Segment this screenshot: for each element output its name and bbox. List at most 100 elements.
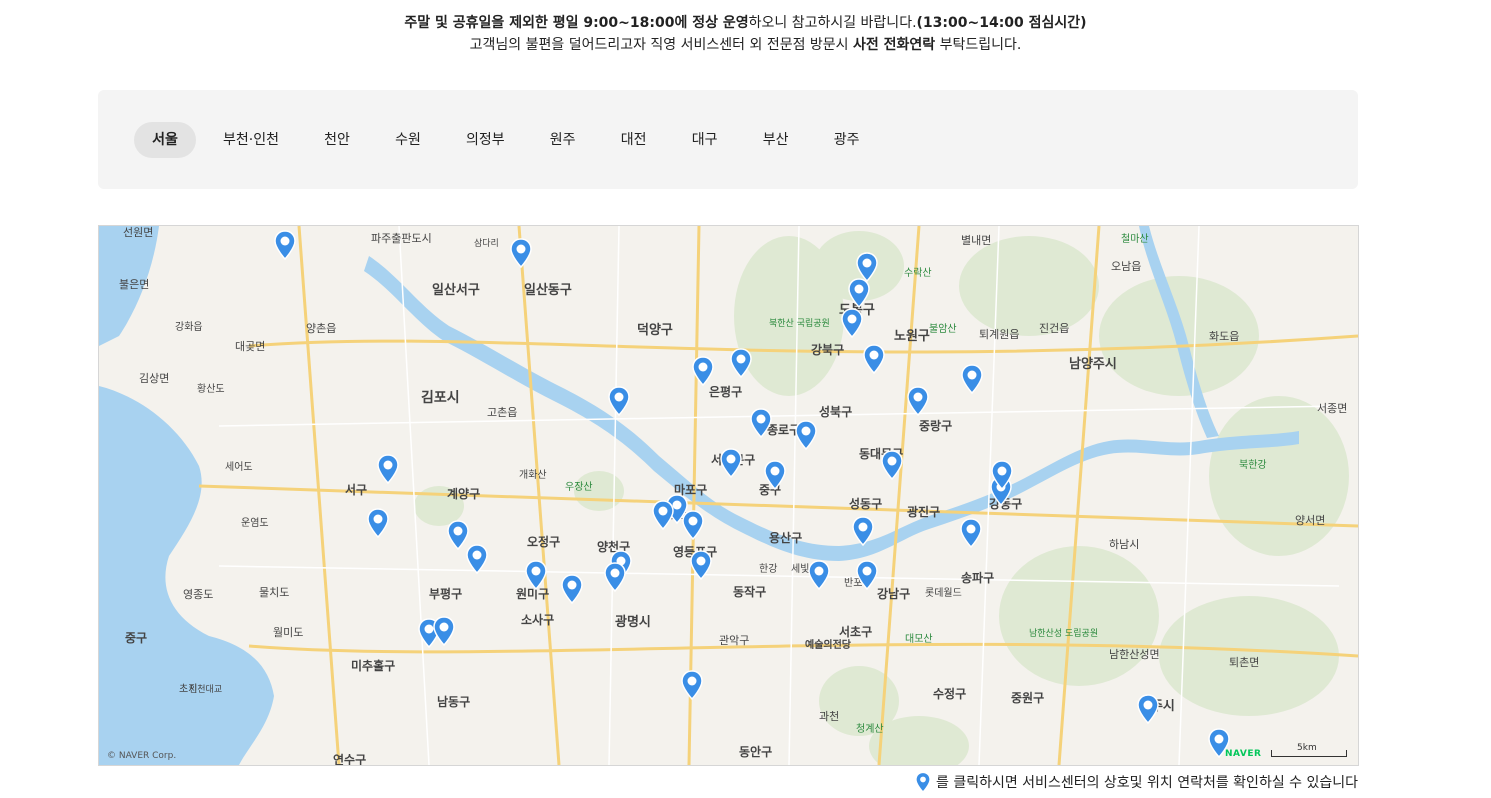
- map-canvas: 선원면 파주출판도시 삼다리 별내면 철마산 불은면 일산서구 일산동구 도봉구…: [99, 226, 1358, 765]
- marker-28[interactable]: [561, 574, 583, 604]
- marker-19[interactable]: [367, 508, 389, 538]
- label-incheon-bridge: 인천대교: [189, 684, 222, 695]
- label-samdari: 삼다리: [474, 238, 499, 249]
- marker-35[interactable]: [991, 460, 1013, 490]
- tab-busan[interactable]: 부산: [745, 122, 807, 158]
- label-bukhangang: 북한강: [1239, 459, 1267, 471]
- label-gwangjin: 광진구: [907, 504, 940, 519]
- map-pin-icon: [730, 348, 752, 378]
- marker-10[interactable]: [795, 420, 817, 450]
- marker-26[interactable]: [604, 562, 626, 592]
- label-yongsan: 용산구: [769, 530, 802, 545]
- label-deogyang: 덕양구: [637, 322, 673, 338]
- label-yeonsu: 연수구: [333, 752, 366, 765]
- label-daemosan: 대모산: [905, 633, 933, 645]
- label-gwacheon: 과천: [819, 709, 839, 723]
- notice-call-ahead: 사전 전화연락: [853, 37, 936, 53]
- label-eunpyeong: 은평구: [709, 385, 742, 399]
- tab-daegu[interactable]: 대구: [674, 122, 736, 158]
- label-byeolnae: 별내면: [961, 234, 991, 247]
- label-hwangsando: 황산도: [197, 383, 225, 395]
- marker-37[interactable]: [848, 278, 870, 308]
- marker-11[interactable]: [720, 448, 742, 478]
- map-pin-icon: [856, 560, 878, 590]
- label-bupyeong: 부평구: [429, 587, 462, 601]
- map-pin-icon: [881, 450, 903, 480]
- marker-7[interactable]: [961, 364, 983, 394]
- label-seo-gu: 서구: [345, 482, 367, 497]
- tab-uijeongbu[interactable]: 의정부: [448, 122, 523, 158]
- map-pin-icon: [961, 364, 983, 394]
- marker-1[interactable]: [274, 230, 296, 260]
- tab-bucheon-incheon[interactable]: 부천·인천: [205, 122, 297, 158]
- marker-29[interactable]: [808, 560, 830, 590]
- tab-seoul[interactable]: 서울: [134, 122, 196, 158]
- marker-6[interactable]: [692, 356, 714, 386]
- map-pin-icon: [561, 574, 583, 604]
- marker-8[interactable]: [907, 386, 929, 416]
- label-bukhansan: 북한산 국립공원: [769, 318, 830, 329]
- marker-32[interactable]: [433, 616, 455, 646]
- map-scale-label: 5km: [1297, 743, 1317, 753]
- marker-21[interactable]: [852, 516, 874, 546]
- marker-22[interactable]: [960, 518, 982, 548]
- marker-12[interactable]: [881, 450, 903, 480]
- marker-36[interactable]: [608, 386, 630, 416]
- tab-cheonan[interactable]: 천안: [306, 122, 368, 158]
- label-toechon: 퇴촌면: [1229, 656, 1259, 669]
- label-hangang: 한강: [759, 563, 777, 575]
- map-pin-icon: [852, 516, 874, 546]
- marker-2[interactable]: [510, 238, 532, 268]
- label-ganghwa: 강화읍: [175, 321, 203, 333]
- label-gyeyang: 계양구: [447, 486, 480, 501]
- map-pin-icon: [907, 386, 929, 416]
- label-toegyewon: 퇴계원읍: [979, 328, 1019, 341]
- label-yeongjongdo: 영종도: [183, 588, 213, 601]
- tab-gwangju[interactable]: 광주: [816, 122, 878, 158]
- naver-logo: NAVER: [1225, 749, 1262, 759]
- marker-33[interactable]: [681, 670, 703, 700]
- marker-17[interactable]: [652, 500, 674, 530]
- map-pin-icon: [681, 670, 703, 700]
- label-onam: 오남읍: [1111, 260, 1141, 273]
- tab-suwon[interactable]: 수원: [377, 122, 439, 158]
- map-pin-icon: [604, 562, 626, 592]
- marker-13[interactable]: [764, 460, 786, 490]
- marker-34[interactable]: [1137, 694, 1159, 724]
- notice-visit: 고객님의 불편을 덜어드리고자 직영 서비스센터 외 전문점 방문시: [469, 37, 854, 53]
- label-seonwon: 선원면: [123, 226, 153, 239]
- map-pin-icon: [692, 356, 714, 386]
- marker-5[interactable]: [863, 344, 885, 374]
- label-ilsanseo: 일산서구: [432, 282, 480, 298]
- label-sosa: 소사구: [521, 612, 554, 627]
- region-tab-bar: 서울 부천·인천 천안 수원 의정부 원주 대전 대구 부산 광주: [98, 90, 1358, 189]
- tab-wonju[interactable]: 원주: [532, 122, 594, 158]
- map-pin-icon: [1137, 694, 1159, 724]
- marker-9[interactable]: [750, 408, 772, 438]
- map-pin-icon: [795, 420, 817, 450]
- marker-4[interactable]: [841, 308, 863, 338]
- map-pin-icon: [367, 508, 389, 538]
- marker-30[interactable]: [856, 560, 878, 590]
- marker-27[interactable]: [525, 560, 547, 590]
- label-namyangju: 남양주시: [1069, 356, 1117, 372]
- label-nowon: 노원구: [894, 329, 930, 344]
- region-tabs: 서울 부천·인천 천안 수원 의정부 원주 대전 대구 부산 광주: [134, 122, 887, 158]
- marker-15[interactable]: [377, 454, 399, 484]
- marker-18[interactable]: [682, 510, 704, 540]
- service-center-map[interactable]: 선원면 파주출판도시 삼다리 별내면 철마산 불은면 일산서구 일산동구 도봉구…: [98, 225, 1359, 766]
- map-pin-icon: [991, 460, 1013, 490]
- map-pin-icon: [652, 500, 674, 530]
- label-namhansanseong: 남한산성 도립공원: [1029, 628, 1098, 639]
- label-cheolmasan: 철마산: [1121, 233, 1149, 245]
- label-ojeong: 오정구: [527, 534, 560, 549]
- label-gimsang: 김상면: [139, 372, 169, 385]
- marker-38[interactable]: [730, 348, 752, 378]
- tab-daejeon[interactable]: 대전: [603, 122, 665, 158]
- notice-line-2: 고객님의 불편을 덜어드리고자 직영 서비스센터 외 전문점 방문시 사전 전화…: [0, 34, 1491, 56]
- label-mulchido: 물치도: [259, 586, 289, 599]
- label-ilsandong: 일산동구: [524, 282, 572, 298]
- label-gwanak: 관악구: [719, 634, 749, 647]
- marker-24[interactable]: [690, 550, 712, 580]
- marker-23[interactable]: [466, 544, 488, 574]
